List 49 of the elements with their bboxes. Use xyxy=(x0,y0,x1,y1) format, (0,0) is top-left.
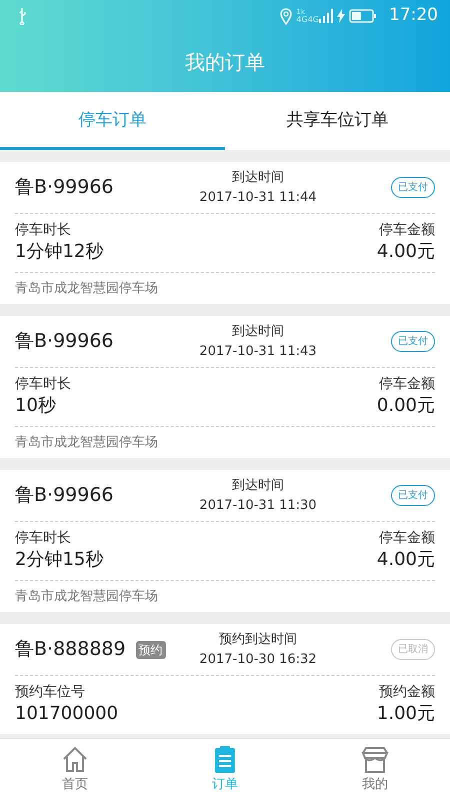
arrival-time: 2017-10-31 11:44 xyxy=(199,188,317,206)
field-label: 预约金额 xyxy=(379,683,435,702)
status-badge: 已支付 xyxy=(391,331,435,352)
parking-lot-name: 青岛市成龙智慧园停车场 xyxy=(15,588,158,606)
field-value: 101700000 xyxy=(15,702,118,726)
field-label: 停车时长 xyxy=(15,529,72,548)
plate-number: 鲁B·99966 xyxy=(15,175,114,200)
field-value: 10秒 xyxy=(15,394,57,418)
nav-tab[interactable]: 订单 xyxy=(150,739,300,800)
page-title: 我的订单 xyxy=(185,49,265,76)
nav-tab[interactable]: 我的 xyxy=(300,739,450,800)
field-value: 2分钟15秒 xyxy=(15,548,104,572)
field-label: 停车时长 xyxy=(15,375,71,394)
plate-number: 鲁B·99966 xyxy=(15,483,114,508)
tab[interactable]: 共享车位订单 xyxy=(225,92,450,150)
arrival-time: 2017-10-30 16:32 xyxy=(199,650,317,668)
time-label: 到达时间 xyxy=(232,477,284,495)
field-label: 停车金额 xyxy=(379,375,435,394)
nav-tab[interactable]: 首页 xyxy=(0,739,150,800)
field-label: 停车金额 xyxy=(379,529,435,548)
status-badge: 已取消 xyxy=(391,639,435,660)
arrival-time: 2017-10-31 11:43 xyxy=(199,342,317,360)
tab[interactable]: 停车订单 xyxy=(0,92,225,150)
parking-lot-name: 青岛市成龙智慧园停车场 xyxy=(15,434,158,452)
battery-icon xyxy=(349,9,377,23)
time-label: 预约到达时间 xyxy=(219,631,297,649)
field-label: 停车时长 xyxy=(15,221,72,240)
status-badge: 已支付 xyxy=(391,485,435,506)
amount-value: 4.00元 xyxy=(376,548,435,572)
network-text: 4G4G xyxy=(296,16,319,24)
field-label: 停车金额 xyxy=(379,221,435,240)
amount-value: 4.00元 xyxy=(376,240,435,264)
signal-icon xyxy=(319,9,333,23)
location-icon xyxy=(280,8,292,24)
parking-lot-name: 青岛市成龙智慧园停车场 xyxy=(15,280,158,298)
charging-icon xyxy=(337,9,345,23)
storefront-icon xyxy=(360,744,390,775)
arrival-time: 2017-10-31 11:30 xyxy=(199,496,317,514)
time-label: 到达时间 xyxy=(232,323,284,341)
clock-text: 17:20 xyxy=(389,4,438,28)
plate-number: 鲁B·99966 xyxy=(15,329,114,354)
time-label: 到达时间 xyxy=(232,169,284,187)
plate-number: 鲁B·888889 xyxy=(15,637,126,662)
amount-value: 1.00元 xyxy=(376,702,435,726)
reservation-tag: 预约 xyxy=(136,640,166,658)
field-label: 预约车位号 xyxy=(15,683,86,702)
field-value: 1分钟12秒 xyxy=(15,240,104,264)
status-badge: 已支付 xyxy=(391,177,435,198)
amount-value: 0.00元 xyxy=(376,394,435,418)
